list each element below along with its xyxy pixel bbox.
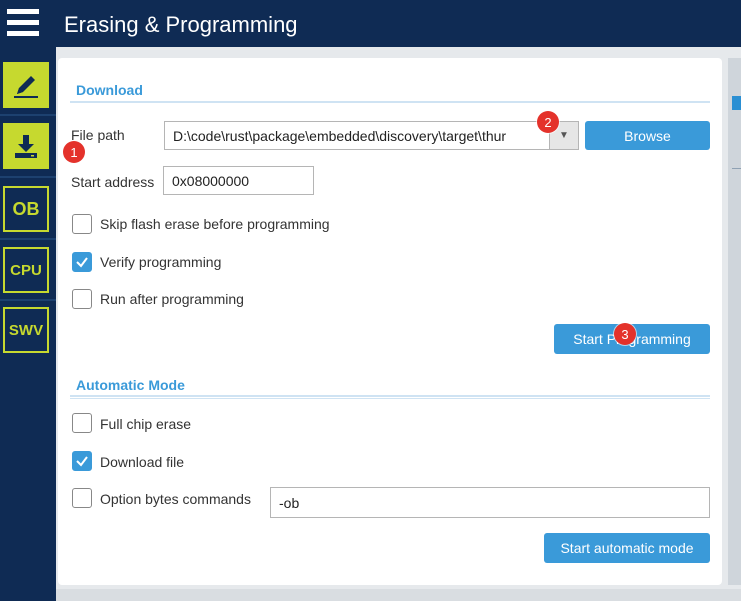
browse-button[interactable]: Browse [585, 121, 710, 150]
start-automatic-mode-button[interactable]: Start automatic mode [544, 533, 710, 563]
sidebar-item-download[interactable] [3, 123, 49, 169]
ob-icon: OB [12, 198, 40, 219]
divider [70, 395, 710, 397]
file-path-field[interactable]: D:\code\rust\package\embedded\discovery\… [164, 121, 550, 150]
download-icon [15, 135, 37, 158]
checkmark-icon [76, 456, 88, 467]
download-file-label: Download file [100, 454, 185, 470]
full-chip-erase-label: Full chip erase [100, 416, 192, 432]
divider [70, 398, 710, 399]
download-section-title: Download [76, 82, 143, 98]
file-path-label: File path [71, 127, 125, 143]
checkmark-icon [76, 257, 88, 268]
start-address-field[interactable]: 0x08000000 [163, 166, 314, 195]
annotation-badge-1: 1 [63, 141, 85, 163]
automatic-mode-section-title: Automatic Mode [76, 377, 185, 393]
annotation-badge-2: 2 [537, 111, 559, 133]
start-address-label: Start address [71, 174, 155, 190]
chevron-down-icon: ▼ [559, 130, 569, 141]
page-title: Erasing & Programming [64, 12, 298, 37]
sidebar-item-edit[interactable] [3, 62, 49, 108]
annotation-badge-3: 3 [614, 323, 636, 345]
skip-flash-erase-label: Skip flash erase before programming [100, 216, 330, 232]
erasing-programming-panel: Download File path D:\code\rust\package\… [58, 58, 722, 585]
verify-programming-checkbox[interactable] [72, 252, 92, 272]
sidebar-item-ob[interactable]: OB [3, 186, 49, 232]
download-file-checkbox[interactable] [72, 451, 92, 471]
sidebar-item-cpu[interactable]: CPU [3, 247, 49, 293]
sidebar: OB CPU SWV [0, 0, 56, 601]
full-chip-erase-checkbox[interactable] [72, 413, 92, 433]
divider [70, 101, 710, 103]
bottom-bar [56, 589, 741, 601]
right-panel-edge [728, 58, 741, 585]
option-bytes-commands-label: Option bytes commands [100, 491, 251, 507]
option-bytes-commands-checkbox[interactable] [72, 488, 92, 508]
option-bytes-commands-field[interactable]: -ob [270, 487, 710, 518]
run-after-programming-label: Run after programming [100, 291, 244, 307]
sidebar-item-swv[interactable]: SWV [3, 307, 49, 353]
cpu-icon: CPU [10, 261, 42, 279]
header: Erasing & Programming [56, 0, 741, 47]
pencil-icon [14, 76, 38, 98]
hamburger-menu-icon[interactable] [7, 9, 39, 39]
skip-flash-erase-checkbox[interactable] [72, 214, 92, 234]
verify-programming-label: Verify programming [100, 254, 222, 270]
run-after-programming-checkbox[interactable] [72, 289, 92, 309]
swv-icon: SWV [8, 321, 44, 339]
